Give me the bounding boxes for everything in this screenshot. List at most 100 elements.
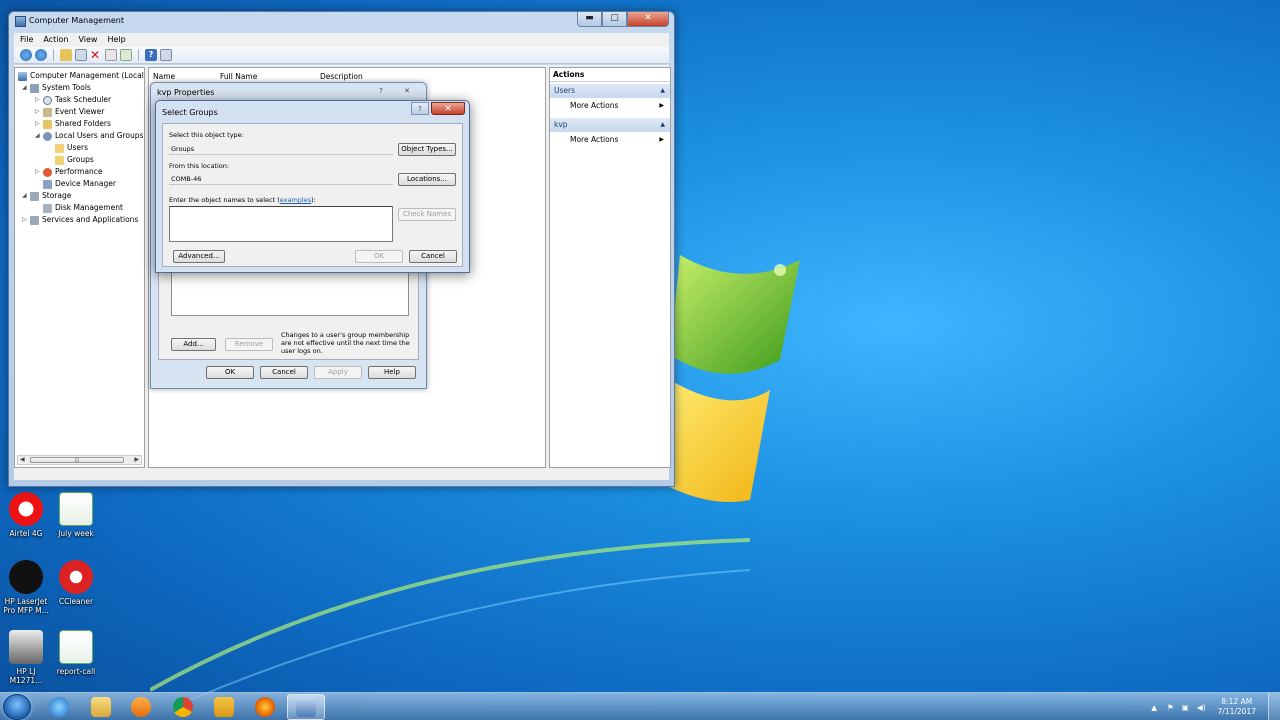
tree-item-local-users-groups[interactable]: ◢ Local Users and Groups: [35, 130, 143, 142]
start-button[interactable]: [3, 694, 31, 720]
collapse-up-icon[interactable]: ▲: [660, 118, 665, 132]
help-icon[interactable]: ?: [145, 49, 157, 61]
tree-item-users[interactable]: Users: [55, 142, 88, 154]
scroll-left-arrow-icon[interactable]: ◀: [20, 456, 25, 463]
close-button[interactable]: ✕: [431, 102, 465, 115]
object-types-button[interactable]: Object Types...: [398, 143, 456, 156]
tree-item-disk-management[interactable]: Disk Management: [43, 202, 123, 214]
actions-section-users[interactable]: Users ▲: [550, 84, 670, 98]
more-actions-users[interactable]: More Actions ▶: [550, 98, 670, 114]
cancel-button[interactable]: Cancel: [409, 250, 457, 263]
network-icon[interactable]: ▣: [1182, 703, 1189, 712]
desktop-icon-airtel[interactable]: Airtel 4G: [0, 492, 52, 538]
export-list-icon[interactable]: [120, 49, 132, 61]
column-header-name[interactable]: Name: [153, 72, 175, 81]
apply-button[interactable]: Apply: [314, 366, 362, 379]
tree-item-root[interactable]: Computer Management (Local: [18, 70, 144, 82]
cancel-button[interactable]: Cancel: [260, 366, 308, 379]
more-actions-kvp[interactable]: More Actions ▶: [550, 132, 670, 148]
expand-arrow-icon[interactable]: ▷: [35, 106, 43, 118]
more-actions-label: More Actions: [570, 101, 619, 110]
tree-item-performance[interactable]: ▷ Performance: [35, 166, 103, 178]
desktop-icon-ccleaner[interactable]: CCleaner: [50, 560, 102, 606]
expand-arrow-icon[interactable]: ▷: [35, 118, 43, 130]
tree-item-task-scheduler[interactable]: ▷ Task Scheduler: [35, 94, 111, 106]
properties-icon[interactable]: [105, 49, 117, 61]
taskbar-computer-management[interactable]: [287, 694, 325, 720]
advanced-button[interactable]: Advanced...: [173, 250, 225, 263]
collapse-arrow-icon[interactable]: ◢: [22, 190, 30, 202]
forward-arrow-icon[interactable]: [35, 49, 47, 61]
select-groups-dialog: Select Groups ? ✕ Select this object typ…: [155, 100, 470, 273]
desktop-icon-july-week[interactable]: July week: [50, 492, 102, 538]
tree-horizontal-scrollbar[interactable]: ◀ ||| ▶: [17, 455, 142, 465]
tree-item-label: Device Manager: [55, 179, 116, 188]
taskbar-chrome[interactable]: [164, 694, 202, 720]
help-button[interactable]: ?: [411, 102, 429, 115]
volume-icon[interactable]: ◀): [1197, 703, 1206, 712]
show-action-pane-icon[interactable]: [160, 49, 172, 61]
remove-button[interactable]: Remove: [225, 338, 273, 351]
taskbar-explorer[interactable]: [82, 694, 120, 720]
ok-button[interactable]: OK: [206, 366, 254, 379]
tree-item-label: Local Users and Groups: [55, 131, 144, 140]
menu-help[interactable]: Help: [107, 33, 125, 47]
tree-item-groups[interactable]: Groups: [55, 154, 94, 166]
add-button[interactable]: Add...: [171, 338, 216, 351]
taskbar: ▲ ⚑ ▣ ◀) 8:12 AM 7/11/2017: [0, 692, 1280, 720]
desktop-icon-report-call[interactable]: report-call: [50, 630, 102, 676]
locations-button[interactable]: Locations...: [398, 173, 456, 186]
tree-item-system-tools[interactable]: ◢ System Tools: [22, 82, 91, 94]
taskbar-media-player[interactable]: [122, 694, 160, 720]
column-header-description[interactable]: Description: [320, 72, 363, 81]
object-names-label: Enter the object names to select (exampl…: [169, 196, 316, 204]
scanner-icon: [9, 630, 43, 664]
taskbar-firefox[interactable]: [246, 694, 284, 720]
desktop-icon-hp-laserjet[interactable]: HP LaserJet Pro MFP M...: [0, 560, 52, 615]
check-names-button[interactable]: Check Names: [398, 208, 456, 221]
expand-arrow-icon[interactable]: ▷: [22, 214, 30, 226]
desktop-icon-label: July week: [58, 529, 94, 538]
show-hidden-icons-icon[interactable]: ▲: [1151, 703, 1157, 712]
actions-section-kvp[interactable]: kvp ▲: [550, 118, 670, 132]
delete-icon[interactable]: ✕: [90, 49, 102, 61]
scrollbar-thumb[interactable]: |||: [30, 457, 124, 463]
collapse-arrow-icon[interactable]: ◢: [22, 82, 30, 94]
close-button[interactable]: ✕: [396, 85, 418, 97]
help-button[interactable]: ?: [370, 85, 392, 97]
column-header-full-name[interactable]: Full Name: [220, 72, 257, 81]
desktop-icon-hp-lj[interactable]: HP LJ M1271...: [0, 630, 52, 685]
clock[interactable]: 8:12 AM 7/11/2017: [1218, 697, 1256, 717]
show-desktop-button[interactable]: [1268, 693, 1280, 720]
object-names-input[interactable]: [169, 206, 393, 242]
tree-item-shared-folders[interactable]: ▷ Shared Folders: [35, 118, 111, 130]
hp-logo-icon: [9, 560, 43, 594]
action-center-flag-icon[interactable]: ⚑: [1167, 703, 1174, 712]
tree-item-label: Users: [67, 143, 89, 152]
collapse-up-icon[interactable]: ▲: [660, 84, 665, 98]
tree-item-event-viewer[interactable]: ▷ Event Viewer: [35, 106, 104, 118]
collapse-arrow-icon[interactable]: ◢: [35, 130, 43, 142]
menu-file[interactable]: File: [20, 33, 33, 47]
ok-button[interactable]: OK: [355, 250, 403, 263]
member-of-list[interactable]: [171, 266, 409, 316]
close-button[interactable]: ✕: [627, 12, 669, 27]
expand-arrow-icon[interactable]: ▷: [35, 166, 43, 178]
section-label: Users: [554, 86, 576, 95]
tree-item-device-manager[interactable]: Device Manager: [43, 178, 116, 190]
menu-view[interactable]: View: [78, 33, 97, 47]
scroll-right-arrow-icon[interactable]: ▶: [134, 456, 139, 463]
taskbar-internet-explorer[interactable]: [40, 694, 78, 720]
up-folder-icon[interactable]: [60, 49, 72, 61]
expand-arrow-icon[interactable]: ▷: [35, 94, 43, 106]
minimize-button[interactable]: ▬: [577, 12, 602, 27]
examples-link[interactable]: examples: [280, 196, 311, 204]
help-button[interactable]: Help: [368, 366, 416, 379]
taskbar-outlook[interactable]: [205, 694, 243, 720]
tree-item-storage[interactable]: ◢ Storage: [22, 190, 71, 202]
menu-action[interactable]: Action: [43, 33, 68, 47]
maximize-button[interactable]: ▢: [602, 12, 627, 27]
back-arrow-icon[interactable]: [20, 49, 32, 61]
show-hide-tree-icon[interactable]: [75, 49, 87, 61]
tree-item-services-applications[interactable]: ▷ Services and Applications: [22, 214, 138, 226]
